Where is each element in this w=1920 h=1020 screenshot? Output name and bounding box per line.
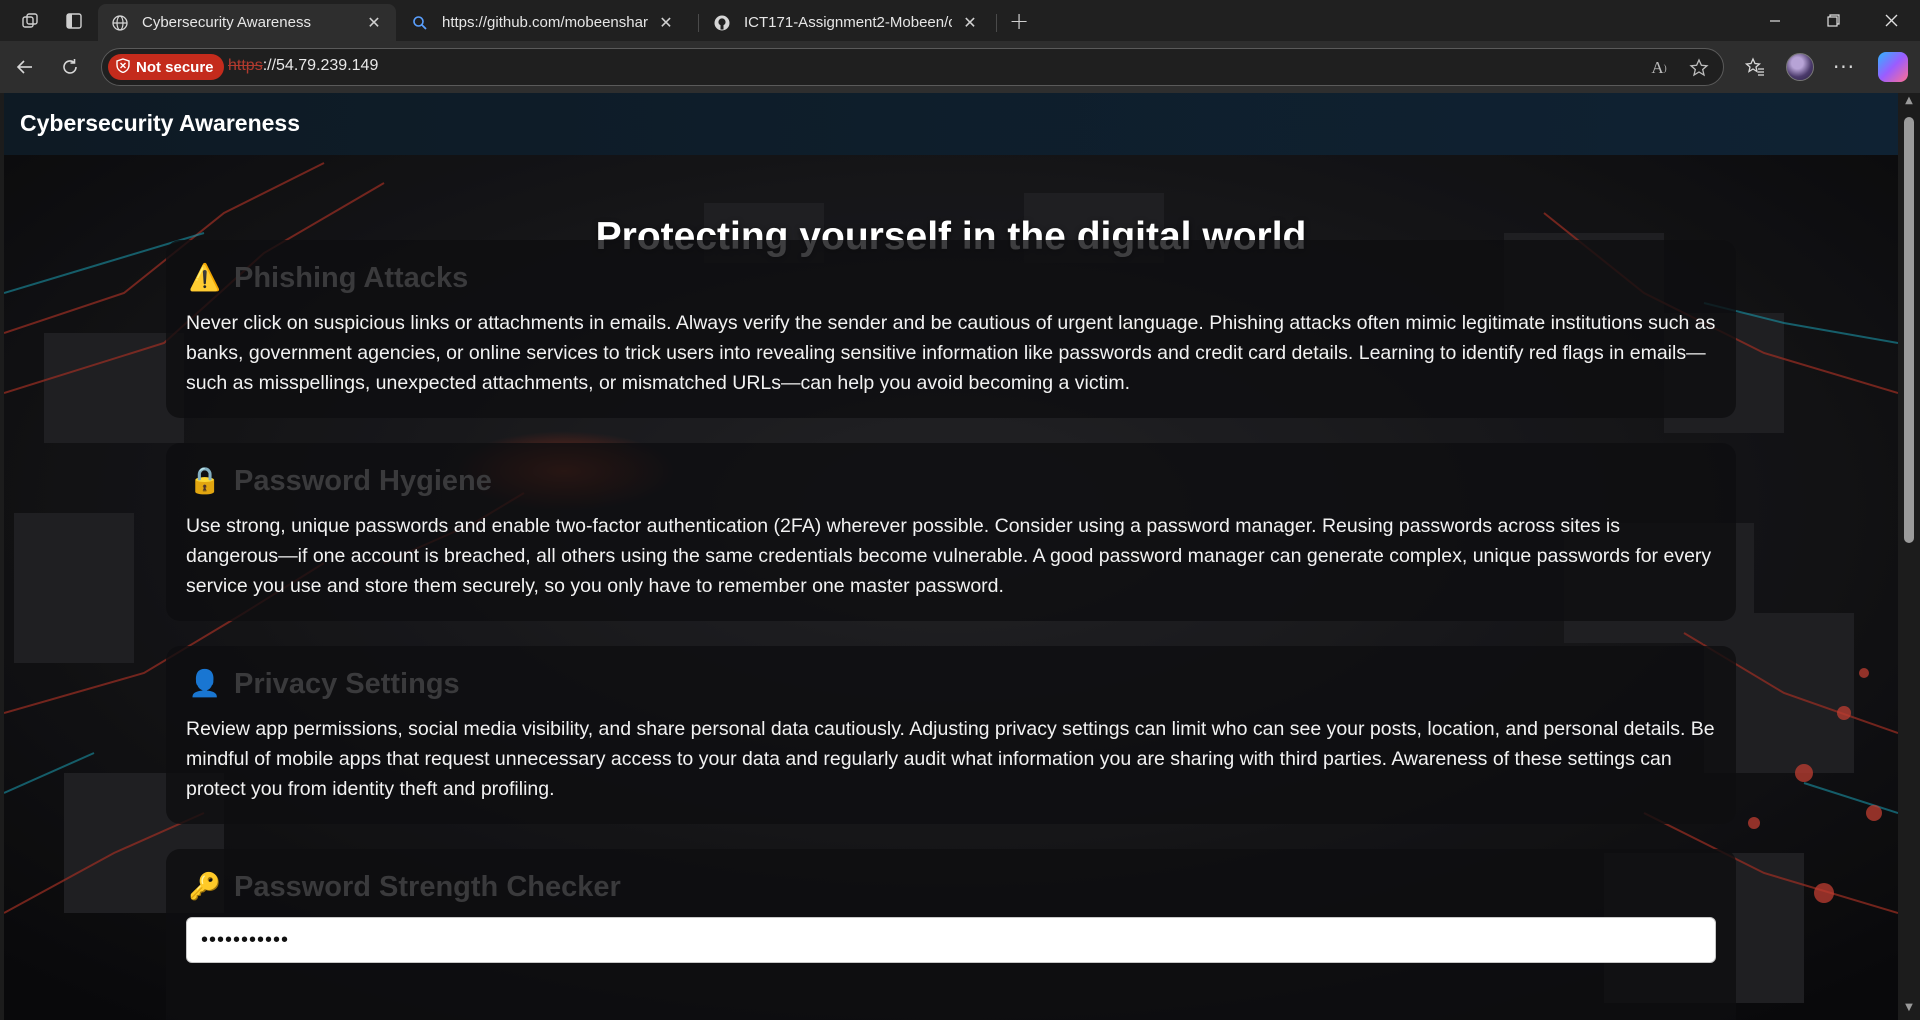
tab-github-repo[interactable]: ICT171-Assignment2-Mobeen/ch ✕ xyxy=(700,4,992,41)
tab-github-search[interactable]: https://github.com/mobeensharif0 ✕ xyxy=(398,4,688,41)
minimize-icon[interactable] xyxy=(1747,0,1803,41)
browser-titlebar: Cybersecurity Awareness ✕ https://github… xyxy=(0,0,1920,41)
copilot-icon[interactable] xyxy=(1878,52,1908,82)
search-icon xyxy=(410,13,430,33)
card-header: 🔑 Password Strength Checker xyxy=(188,870,621,903)
scroll-up-arrow-icon[interactable]: ▲ xyxy=(1898,95,1920,111)
card-title: Privacy Settings xyxy=(234,667,460,700)
card-title: Password Strength Checker xyxy=(234,870,621,903)
card-header: ⚠️ Phishing Attacks xyxy=(188,261,469,294)
page-viewport: Cybersecurity Awareness Protecting yours… xyxy=(4,93,1898,1020)
phishing-card: ⚠️ Phishing Attacks Never click on suspi… xyxy=(166,240,1736,418)
tab-separator xyxy=(996,14,997,32)
vertical-tabs-icon[interactable] xyxy=(61,8,87,34)
page-scrollbar[interactable]: ▲ ▼ xyxy=(1898,93,1920,1020)
not-secure-badge[interactable]: Not secure xyxy=(108,54,224,80)
new-tab-icon[interactable]: + xyxy=(1006,7,1032,35)
key-icon: 🔑 xyxy=(188,872,222,902)
privacy-settings-card: 👤 Privacy Settings Review app permission… xyxy=(166,646,1736,824)
site-brand[interactable]: Cybersecurity Awareness xyxy=(20,110,300,137)
card-header: 🔒 Password Hygiene xyxy=(188,464,492,497)
tab-separator xyxy=(698,14,699,32)
scroll-down-arrow-icon[interactable]: ▼ xyxy=(1898,1002,1920,1018)
card-body: Review app permissions, social media vis… xyxy=(186,718,1715,800)
scrollbar-thumb[interactable] xyxy=(1904,117,1914,543)
profile-avatar[interactable] xyxy=(1786,53,1814,81)
not-secure-label: Not secure xyxy=(136,58,214,76)
card-body: Never click on suspicious links or attac… xyxy=(186,312,1716,394)
url-host: ://54.79.239.149 xyxy=(262,57,379,74)
url-protocol: https xyxy=(228,57,263,74)
workspaces-icon[interactable] xyxy=(17,8,43,34)
tab-title: ICT171-Assignment2-Mobeen/ch xyxy=(744,14,952,31)
close-tab-icon[interactable]: ✕ xyxy=(364,13,384,33)
tab-cybersecurity-awareness[interactable]: Cybersecurity Awareness ✕ xyxy=(98,4,396,41)
card-title: Password Hygiene xyxy=(234,464,492,497)
card-title: Phishing Attacks xyxy=(234,261,469,294)
browser-toolbar: Not secure https://54.79.239.149 A) ··· xyxy=(0,41,1920,93)
close-tab-icon[interactable]: ✕ xyxy=(656,13,676,33)
tab-title: https://github.com/mobeensharif0 xyxy=(442,14,648,31)
lock-icon: 🔒 xyxy=(188,466,222,496)
password-hygiene-card: 🔒 Password Hygiene Use strong, unique pa… xyxy=(166,443,1736,621)
back-arrow-icon[interactable] xyxy=(10,52,40,82)
more-options-icon[interactable]: ··· xyxy=(1830,53,1858,81)
read-aloud-icon[interactable]: A) xyxy=(1648,57,1670,79)
shield-warning-icon xyxy=(116,58,130,76)
password-strength-card: 🔑 Password Strength Checker xyxy=(166,849,1736,1020)
tab-title: Cybersecurity Awareness xyxy=(142,14,311,31)
favorite-star-icon[interactable] xyxy=(1688,57,1710,79)
restore-icon[interactable] xyxy=(1805,0,1861,41)
globe-icon xyxy=(110,13,130,33)
refresh-icon[interactable] xyxy=(55,52,85,82)
favorites-icon[interactable] xyxy=(1741,53,1769,81)
warning-icon: ⚠️ xyxy=(188,263,222,293)
card-body: Use strong, unique passwords and enable … xyxy=(186,515,1712,597)
url-text[interactable]: https://54.79.239.149 xyxy=(228,57,378,75)
close-tab-icon[interactable]: ✕ xyxy=(960,13,980,33)
site-header: Cybersecurity Awareness xyxy=(4,93,1898,155)
card-header: 👤 Privacy Settings xyxy=(188,667,460,700)
user-icon: 👤 xyxy=(188,669,222,699)
close-window-icon[interactable] xyxy=(1863,0,1919,41)
address-bar[interactable]: Not secure https://54.79.239.149 A) xyxy=(101,48,1724,86)
password-input[interactable] xyxy=(186,917,1716,963)
github-icon xyxy=(712,13,732,33)
